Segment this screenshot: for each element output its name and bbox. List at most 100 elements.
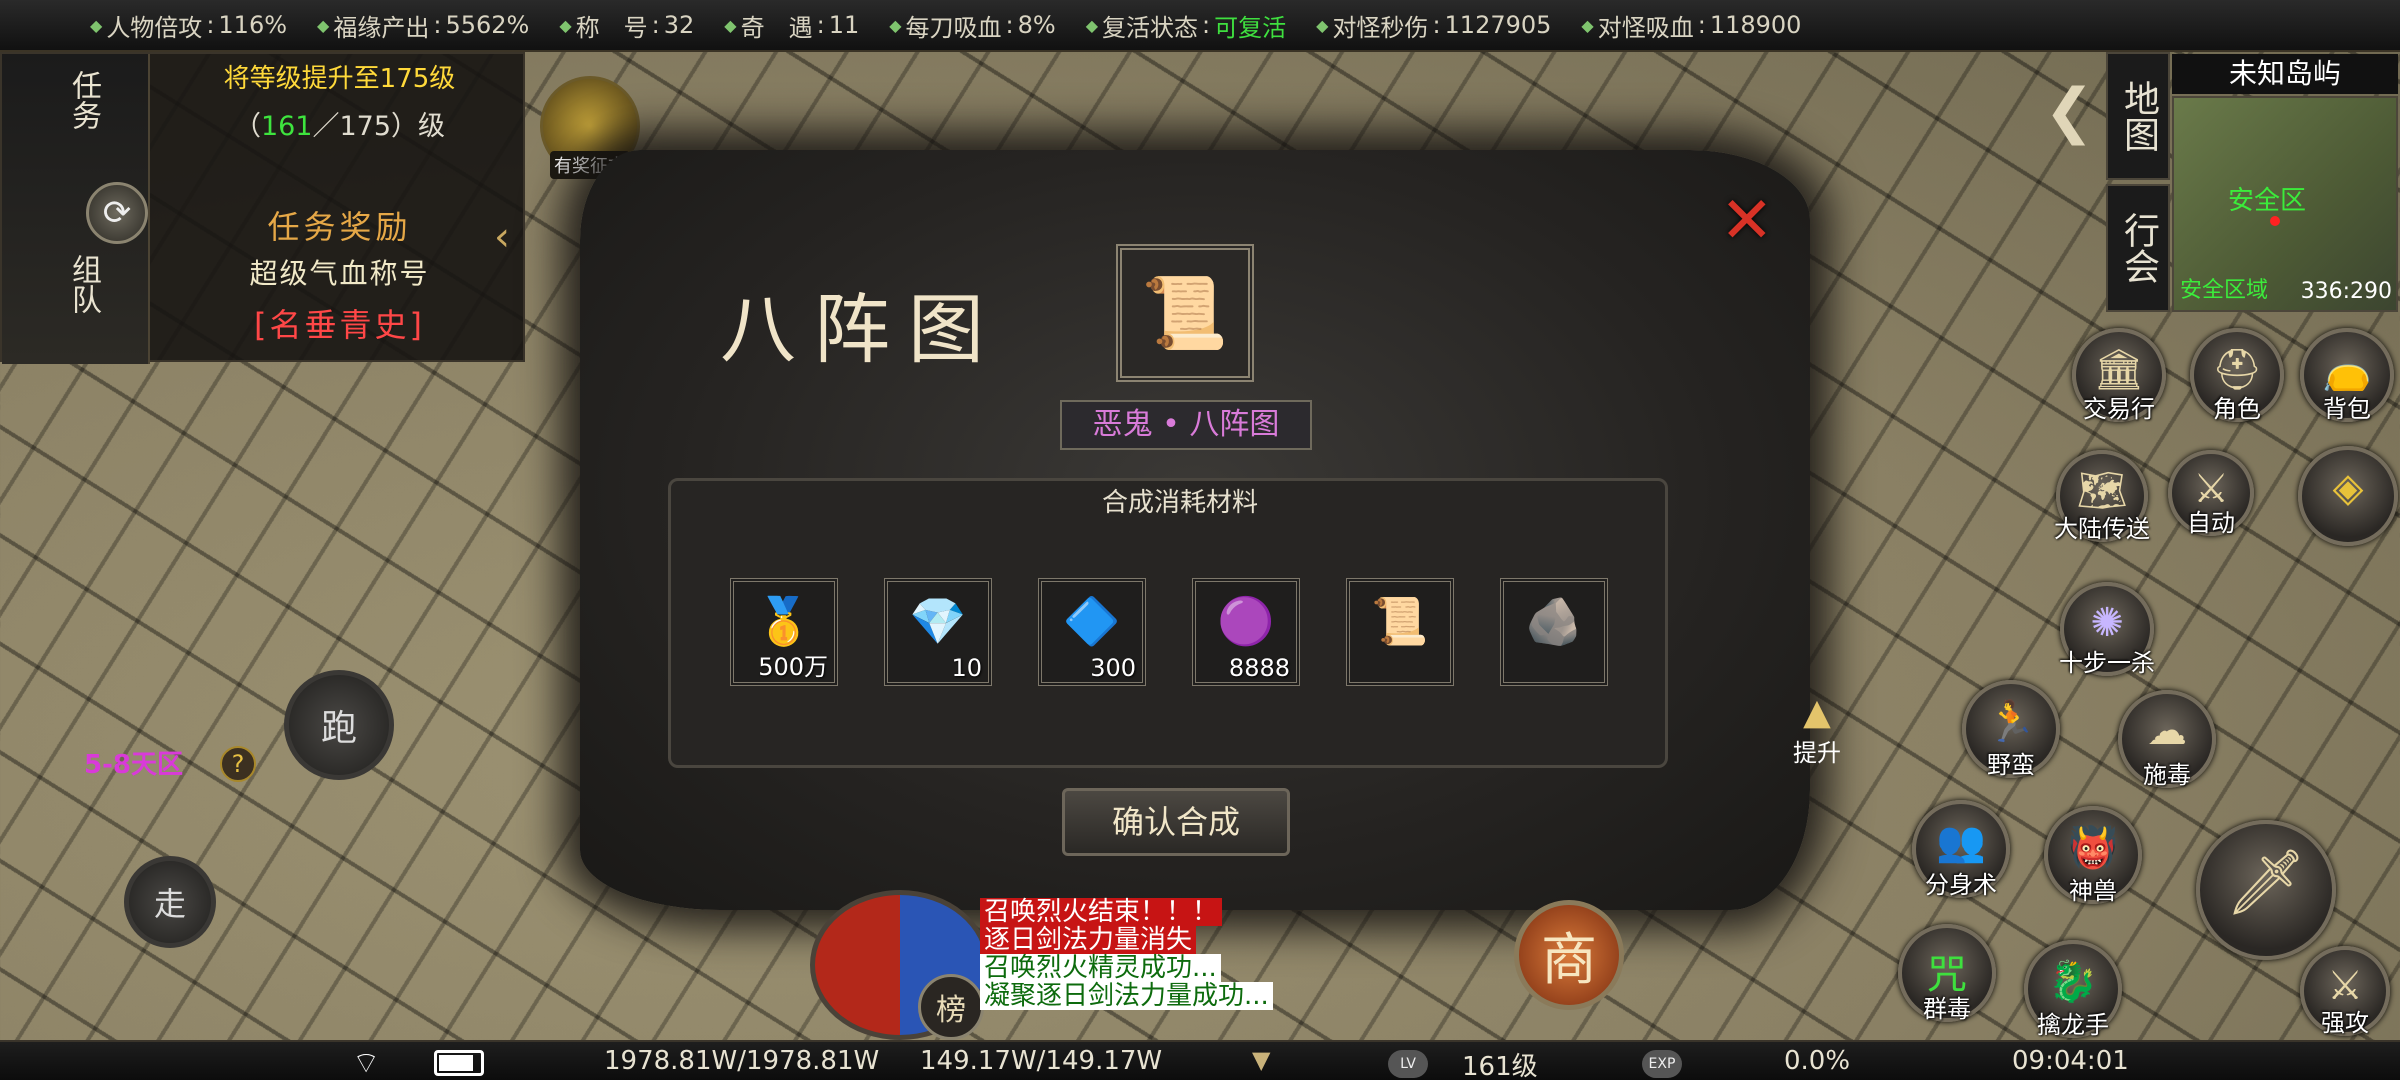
material-slot[interactable]: 🟣 8888 [1192, 578, 1300, 686]
poison-icon: ☁ [2147, 708, 2187, 755]
stat-colon: : [1432, 11, 1441, 39]
force-attack-button[interactable]: ⚔ 强攻 [2300, 946, 2390, 1037]
chat-message: 召唤烈火结束！！！ [980, 898, 1223, 926]
quest-panel[interactable]: 任务 ⟳ 组队 将等级提升至175级 （161／175）级 任务奖励 超级气血称… [0, 52, 527, 364]
minimap[interactable]: 安全区 安全区域 336:290 [2172, 96, 2398, 312]
purple-gem-icon: 🟣 [1217, 593, 1275, 648]
stat-label: 人物倍攻 [106, 13, 203, 42]
materials-label: 合成消耗材料 [1101, 488, 1258, 518]
rank-button[interactable]: 榜 [918, 974, 984, 1040]
quest-tabs: 任务 ⟳ 组队 [2, 54, 150, 364]
material-slot[interactable]: 📜 [1346, 578, 1454, 686]
stat-label: 称 号 [575, 13, 648, 42]
skill-group-poison-button[interactable]: 咒群毒 [1898, 924, 1996, 1023]
energy-orb-icon: ✺ [2090, 599, 2124, 646]
close-icon[interactable]: ✕ [1720, 184, 1774, 258]
material-slot[interactable]: 🪨 [1500, 578, 1608, 686]
skill-beast-button[interactable]: 👹 神兽 [2044, 806, 2142, 905]
stat-value: 8% [1017, 11, 1056, 39]
stat-value: 1127905 [1444, 11, 1552, 39]
help-icon[interactable]: ? [220, 746, 256, 782]
wifi-icon: ⌔ [352, 1046, 381, 1080]
stat-colon: : [433, 11, 442, 39]
menu-button[interactable]: ◈ [2298, 446, 2398, 546]
collapse-arrow-icon[interactable]: ‹ [494, 214, 510, 260]
stat-item: ◆ 奇 遇:11 [724, 8, 859, 43]
battery-level [439, 1055, 473, 1071]
skill-beast-label: 神兽 [2069, 877, 2117, 905]
stat-item: ◆ 对怪吸血:118900 [1581, 8, 1801, 43]
stat-item: ◆ 复活状态: 可复活 [1086, 8, 1286, 43]
auto-button[interactable]: ⚔ 自动 [2168, 450, 2254, 537]
stat-value: 可复活 [1214, 13, 1287, 42]
walk-button[interactable]: 走 [124, 856, 216, 948]
clock: 09:04:01 [2012, 1046, 2129, 1076]
stat-colon: : [206, 11, 215, 39]
scroll-icon: 📜 [1371, 593, 1429, 648]
stats-bar: ◆ 人物倍攻:116% ◆ 福缘产出:5562% ◆ 称 号:32 ◆ 奇 遇:11 ◆ 每刀吸血… [0, 0, 2400, 52]
chat-message: 逐日剑法力量消失 [980, 926, 1197, 954]
bag-button[interactable]: 👝 背包 [2300, 328, 2394, 423]
dropdown-arrow-icon[interactable]: ▼ [1252, 1046, 1270, 1074]
tab-team[interactable]: 组队 [50, 254, 101, 314]
teleport-button[interactable]: 🗺 大陆传送 [2054, 450, 2150, 543]
material-slot[interactable]: 🥇 500万 [730, 578, 838, 686]
stat-label: 每刀吸血 [905, 13, 1002, 42]
skill-dragon-button[interactable]: 🐉 擒龙手 [2024, 940, 2122, 1039]
skill-ten-step-button[interactable]: ✺ 十步一杀 [2059, 582, 2155, 677]
role-button[interactable]: ⛑ 角色 [2190, 328, 2284, 423]
status-bar: ⌔ 1978.81W/1978.81W 149.17W/149.17W ▼ LV… [0, 1040, 2400, 1080]
stat-item: ◆ 人物倍攻:116% [90, 8, 287, 43]
diamond-icon: ◆ [1316, 15, 1329, 35]
chat-message: 凝聚逐日剑法力量成功... [980, 982, 1273, 1010]
battery-icon [434, 1050, 484, 1076]
main-attack-button[interactable]: 🗡 [2196, 820, 2336, 960]
material-slot[interactable]: 💎 10 [884, 578, 992, 686]
tab-map[interactable]: 地图 [2106, 52, 2170, 180]
skill-clone-button[interactable]: 👥 分身术 [1912, 800, 2010, 899]
skill-poison-label: 施毒 [2143, 761, 2191, 789]
skill-wild-button[interactable]: 🏃 野蛮 [1962, 680, 2060, 779]
material-count: 10 [951, 654, 982, 682]
skill-poison-button[interactable]: ☁ 施毒 [2118, 690, 2216, 789]
diamond-icon: ◆ [1581, 15, 1594, 35]
trade-icon: 🏛 [2093, 346, 2145, 393]
progress-rest: ／175）级 [312, 111, 446, 142]
chat-log[interactable]: 召唤烈火结束！！！ 逐日剑法力量消失 召唤烈火精灵成功... 凝聚逐日剑法力量成功..… [980, 898, 1500, 1038]
run-button[interactable]: 跑 [284, 670, 394, 780]
tab-guild[interactable]: 行会 [2106, 184, 2170, 312]
shop-button[interactable]: 商 [1514, 900, 1624, 1010]
dialog-title: 八阵图 [720, 285, 1002, 374]
skill-wild-label: 野蛮 [1987, 751, 2035, 779]
tab-task[interactable]: 任务 [50, 70, 101, 130]
quest-reward-name: [名垂青史] [254, 306, 425, 344]
clone-icon: 👥 [1936, 819, 1986, 866]
confirm-synthesis-button[interactable]: 确认合成 [1062, 788, 1290, 856]
material-slot[interactable]: 🔷 300 [1038, 578, 1146, 686]
warrior-icon: 🏃 [1986, 699, 2036, 746]
diamond-icon: ◆ [559, 15, 572, 35]
hp-value: 1978.81W/1978.81W [604, 1046, 880, 1076]
stat-item: ◆ 福缘产出:5562% [317, 8, 529, 43]
quest-title[interactable]: 将等级提升至175级 [152, 58, 527, 95]
stat-label: 复活状态 [1102, 13, 1199, 42]
chat-message: 召唤烈火精灵成功... [980, 954, 1221, 982]
minimap-safe-label: 安全区 [2228, 186, 2307, 216]
server-zone[interactable]: 5-8天区 [84, 744, 183, 781]
material-count: 500万 [758, 653, 828, 681]
diamond-grid-icon: ◈ [2332, 464, 2364, 511]
arrow-up-icon: ▲ [1803, 692, 1831, 733]
exp-value: 0.0% [1784, 1046, 1851, 1076]
arrow-left-icon[interactable]: ❮ [2044, 76, 2094, 146]
trade-button[interactable]: 🏛 交易行 [2072, 328, 2166, 423]
dragon-hand-icon: 🐉 [2048, 959, 2098, 1006]
quest-progress: （161／175）级 [152, 104, 527, 143]
item-preview[interactable]: 📜 [1116, 244, 1254, 382]
rainbow-crystal-icon: 💎 [909, 593, 967, 648]
zone-status: 安全区域 [2180, 278, 2269, 303]
skill-ten-step-label: 十步一杀 [2059, 649, 2155, 677]
quest-reward-item: 超级气血称号 [249, 257, 430, 290]
upgrade-button[interactable]: ▲ 提升 [1782, 692, 1852, 768]
force-attack-label: 强攻 [2321, 1009, 2369, 1037]
refresh-icon[interactable]: ⟳ [86, 182, 148, 244]
